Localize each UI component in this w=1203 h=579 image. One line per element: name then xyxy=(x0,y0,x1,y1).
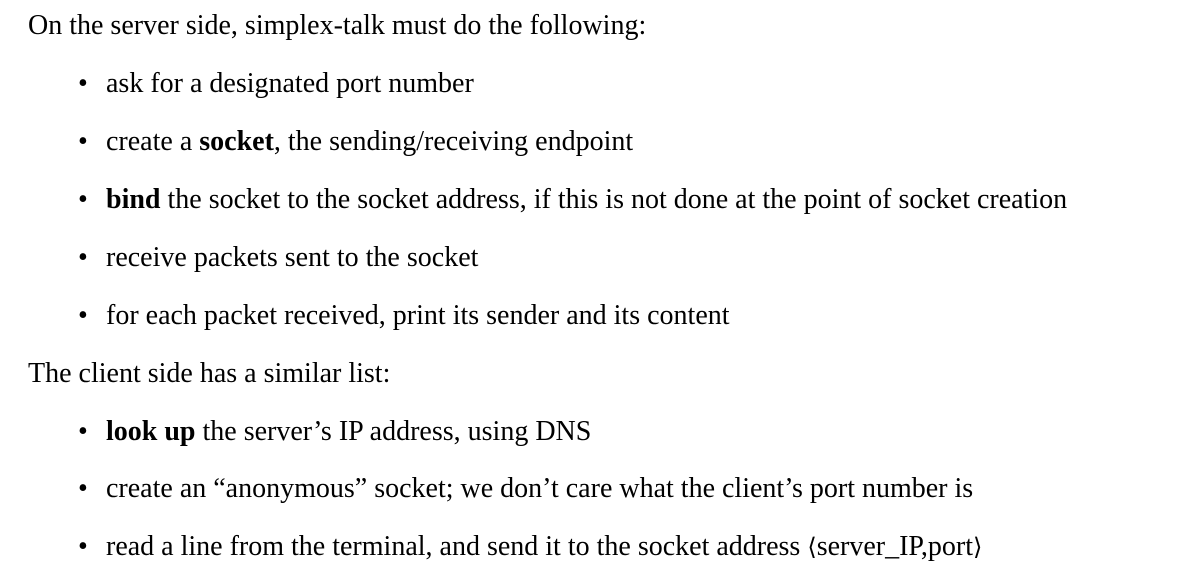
item-text-post: the socket to the socket address, if thi… xyxy=(160,184,1068,215)
item-text: receive packets sent to the socket xyxy=(106,242,479,273)
item-text-post: , the sending/receiving endpoint xyxy=(273,126,634,157)
item-text: for each packet received, print its send… xyxy=(106,300,730,331)
client-list-item-3: • read a line from the terminal, and sen… xyxy=(78,531,983,562)
socket-address-text: server_IP,port xyxy=(816,531,973,562)
bullet: • xyxy=(78,473,88,504)
bullet: • xyxy=(78,300,88,331)
bullet: • xyxy=(78,68,88,99)
server-intro: On the server side, simplex-talk must do… xyxy=(28,10,647,41)
bullet: • xyxy=(78,184,88,215)
document-page: On the server side, simplex-talk must do… xyxy=(0,0,1203,579)
server-list-item-5: • for each packet received, print its se… xyxy=(78,300,730,331)
server-list-item-2: • create a socket, the sending/receiving… xyxy=(78,126,634,157)
item-term-look-up: look up xyxy=(106,416,196,447)
client-intro: The client side has a similar list: xyxy=(28,358,391,389)
server-list-item-3: • bind the socket to the socket address,… xyxy=(78,184,1068,215)
client-list-item-1: • look up the server’s IP address, using… xyxy=(78,416,592,447)
right-angle-bracket: ⟩ xyxy=(973,533,983,561)
item-term-socket: socket xyxy=(199,126,274,157)
item-text: ask for a designated port number xyxy=(106,68,474,99)
server-list-item-1: • ask for a designated port number xyxy=(78,68,474,99)
item-text: create an “anonymous” socket; we don’t c… xyxy=(106,473,974,504)
bullet: • xyxy=(78,531,88,562)
item-term-bind: bind xyxy=(106,184,161,215)
item-text-pre: read a line from the terminal, and send … xyxy=(106,531,808,562)
left-angle-bracket: ⟨ xyxy=(807,533,817,561)
bullet: • xyxy=(78,126,88,157)
client-list-item-2: • create an “anonymous” socket; we don’t… xyxy=(78,473,974,504)
item-text-pre: create a xyxy=(106,126,200,157)
bullet: • xyxy=(78,242,88,273)
item-text-post: the server’s IP address, using DNS xyxy=(195,416,592,447)
server-list-item-4: • receive packets sent to the socket xyxy=(78,242,479,273)
bullet: • xyxy=(78,416,88,447)
